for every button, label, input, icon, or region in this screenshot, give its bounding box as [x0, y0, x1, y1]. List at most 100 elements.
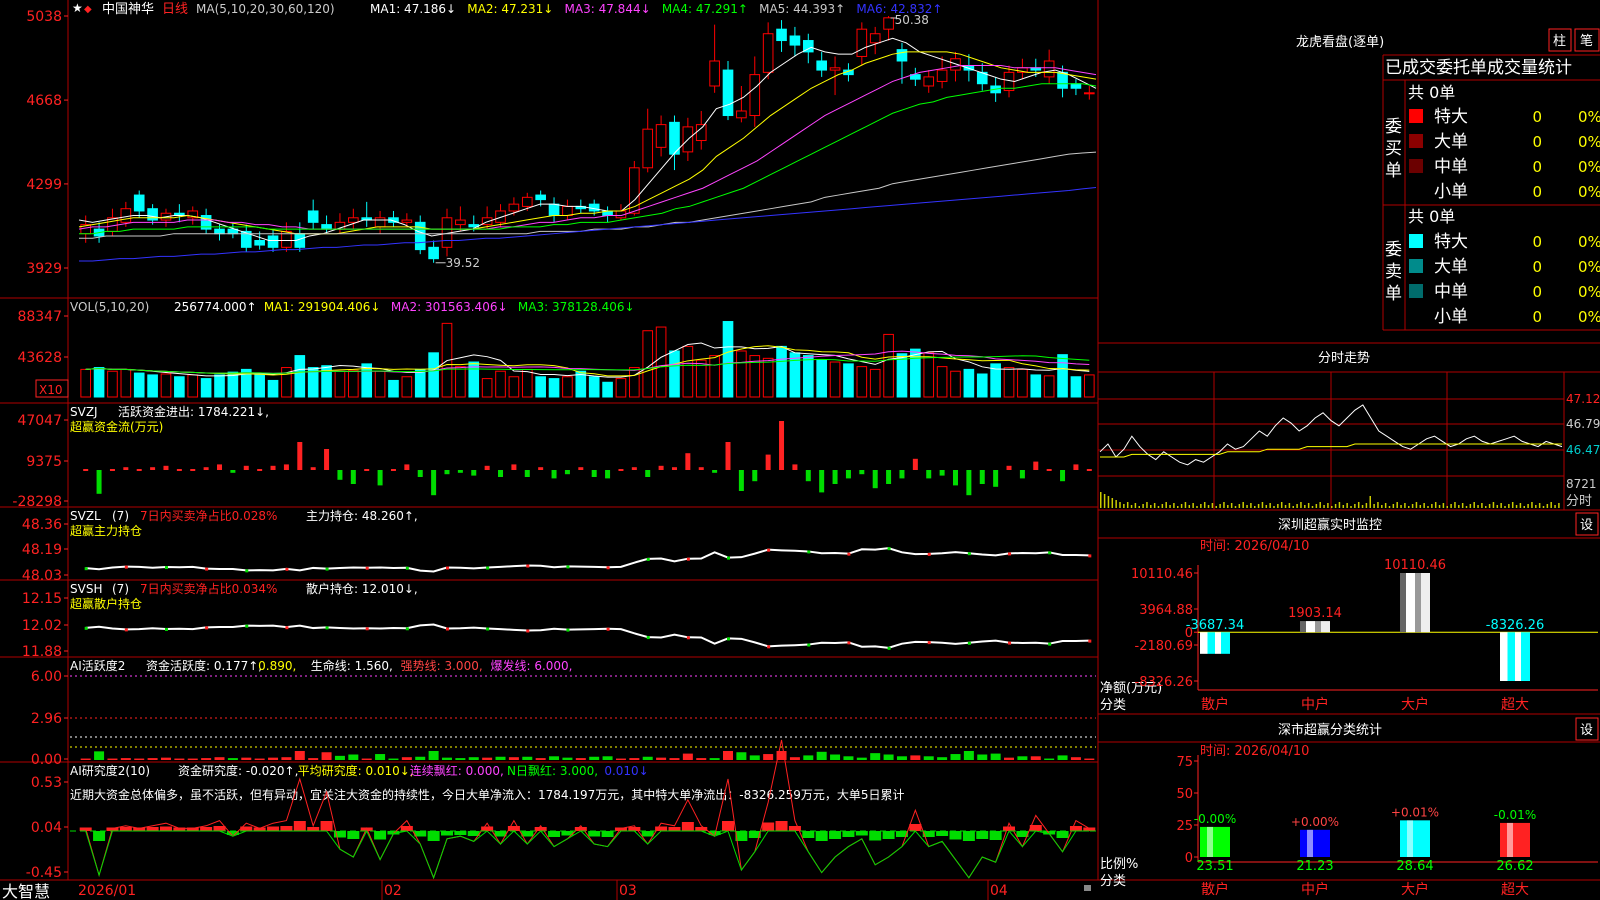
- candle-body[interactable]: [789, 35, 801, 46]
- candle-body[interactable]: [307, 210, 319, 223]
- ai-research-bar[interactable]: [641, 831, 654, 837]
- volume-bar[interactable]: [160, 373, 172, 398]
- ai-research-bar[interactable]: [267, 826, 280, 832]
- svsh-line[interactable]: [84, 623, 1092, 650]
- svzj-bar[interactable]: [431, 470, 437, 496]
- svzj-bar[interactable]: [926, 470, 932, 479]
- candle-body[interactable]: [214, 228, 225, 235]
- ai-active-bar[interactable]: [870, 753, 881, 760]
- volume-bar[interactable]: [736, 350, 747, 398]
- sz-monitor-bar-segment[interactable]: [1515, 632, 1521, 681]
- candle-body[interactable]: [1057, 71, 1068, 89]
- ai-active-bar[interactable]: [883, 754, 894, 761]
- sz-class-chart[interactable]: 75 50 25 0 -0.00% 23.51 散户 +0.00% 21.23 中户 +0.01% 2…: [1176, 755, 1598, 898]
- sz-monitor-bar-segment[interactable]: [1200, 632, 1208, 654]
- svzj-bar[interactable]: [217, 464, 223, 470]
- volume-bar[interactable]: [709, 355, 720, 398]
- candle-body[interactable]: [829, 67, 841, 71]
- ai-research-bar[interactable]: [293, 821, 306, 831]
- volume-bar[interactable]: [374, 370, 386, 398]
- sz-class-bar[interactable]: [1500, 822, 1530, 857]
- svzj-bar[interactable]: [779, 421, 785, 470]
- svzj-bar[interactable]: [551, 470, 557, 479]
- ai-research-bar[interactable]: [989, 831, 1002, 840]
- volume-bar[interactable]: [588, 376, 600, 398]
- volume-bar[interactable]: [174, 376, 185, 398]
- volume-bar[interactable]: [642, 330, 654, 398]
- ai-active-bar[interactable]: [615, 758, 626, 760]
- ai-active-bar[interactable]: [589, 756, 600, 760]
- ai-research-bar[interactable]: [440, 831, 453, 836]
- ai-active-bar[interactable]: [629, 758, 640, 760]
- svzj-bar[interactable]: [404, 464, 410, 470]
- svzj-bar[interactable]: [872, 470, 878, 489]
- volume-bar[interactable]: [508, 376, 520, 398]
- volume-bar[interactable]: [936, 366, 948, 398]
- ai-active-bar[interactable]: [856, 757, 867, 760]
- volume-bar[interactable]: [829, 361, 841, 398]
- ai-active-bar[interactable]: [428, 751, 439, 760]
- svzj-bar[interactable]: [618, 469, 624, 471]
- volume-bar[interactable]: [455, 366, 466, 398]
- ai-active-bar[interactable]: [187, 758, 198, 760]
- volume-bar[interactable]: [869, 368, 881, 398]
- volume-bar[interactable]: [602, 381, 613, 398]
- ai-active-bar[interactable]: [830, 754, 841, 761]
- ai-active-bar[interactable]: [763, 754, 774, 760]
- volume-bar[interactable]: [963, 368, 975, 398]
- svzj-bar[interactable]: [457, 470, 463, 473]
- ai-active-bar[interactable]: [923, 756, 934, 760]
- svzj-bar[interactable]: [96, 470, 102, 494]
- ai-active-bar[interactable]: [1070, 757, 1081, 760]
- ai-active-bar[interactable]: [1030, 756, 1041, 760]
- ai-active-bar[interactable]: [468, 757, 479, 760]
- ai-active-bar[interactable]: [1044, 758, 1055, 760]
- svzj-bar[interactable]: [377, 470, 383, 486]
- svzj-bar[interactable]: [538, 467, 544, 470]
- sz-monitor-bar-segment[interactable]: [1500, 632, 1508, 681]
- ai-active-bar[interactable]: [669, 758, 680, 760]
- volume-bar[interactable]: [80, 368, 92, 398]
- ai-active-bars[interactable]: [80, 751, 1095, 761]
- ai-research-bar[interactable]: [628, 827, 641, 831]
- ai-active-bar[interactable]: [308, 758, 319, 760]
- candle-body[interactable]: [120, 208, 132, 223]
- svzj-bar[interactable]: [591, 470, 597, 477]
- ai-active-bar[interactable]: [334, 755, 345, 760]
- svzj-bar[interactable]: [725, 442, 731, 470]
- volume-bar[interactable]: [414, 368, 426, 398]
- volume-bar[interactable]: [856, 366, 868, 398]
- svzj-bar[interactable]: [899, 470, 905, 479]
- ai-active-bar[interactable]: [361, 758, 372, 760]
- ai-research-bar[interactable]: [802, 831, 815, 838]
- svzj-bar[interactable]: [859, 470, 865, 475]
- volume-bar[interactable]: [776, 345, 787, 398]
- ai-active-bar[interactable]: [455, 758, 466, 760]
- ai-active-bar[interactable]: [375, 754, 386, 760]
- ai-research-bar[interactable]: [601, 831, 614, 837]
- volume-bar[interactable]: [722, 321, 734, 398]
- svzj-bar[interactable]: [645, 470, 651, 477]
- svzj-bar[interactable]: [364, 469, 370, 471]
- svzj-bar[interactable]: [631, 467, 637, 470]
- candle-body[interactable]: [923, 76, 935, 87]
- sz-monitor-bar-segment[interactable]: [1300, 621, 1306, 633]
- candle-body[interactable]: [722, 69, 734, 117]
- ai-research-bar[interactable]: [681, 822, 694, 831]
- candle-body[interactable]: [642, 128, 654, 169]
- svzj-bar[interactable]: [605, 470, 611, 479]
- svzj-bar[interactable]: [765, 454, 771, 470]
- svzj-bar[interactable]: [1086, 469, 1092, 471]
- ai-active-bar[interactable]: [709, 758, 720, 760]
- ai-research-bar[interactable]: [775, 821, 788, 831]
- candle-body[interactable]: [321, 224, 332, 230]
- ai-active-bar[interactable]: [241, 757, 252, 760]
- sz-monitor-bar-segment[interactable]: [1507, 632, 1516, 681]
- holding-line[interactable]: [85, 547, 1090, 573]
- sz-monitor-bar-segment[interactable]: [1321, 621, 1330, 633]
- svzj-bar[interactable]: [390, 469, 396, 471]
- ai-research-bar[interactable]: [842, 831, 855, 837]
- ai-research-bar[interactable]: [213, 826, 226, 831]
- svzj-bar[interactable]: [738, 470, 744, 491]
- candle-body[interactable]: [374, 217, 386, 228]
